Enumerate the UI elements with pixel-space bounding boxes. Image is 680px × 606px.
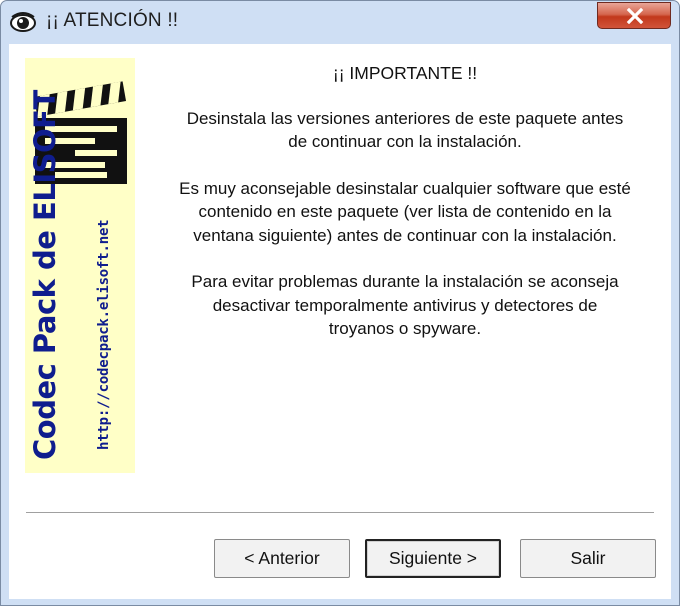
close-button[interactable] (597, 2, 671, 29)
next-button[interactable]: Siguiente > (365, 539, 501, 578)
exit-button[interactable]: Salir (520, 539, 656, 578)
message-line: troyanos o spyware. (328, 319, 482, 338)
dialog-body: Codec Pack de ELISOFT http://codecpack.e… (9, 44, 671, 599)
previous-button[interactable]: < Anterior (214, 539, 350, 578)
banner-url: http://codecpack.elisoft.net (96, 219, 112, 450)
window-title: ¡¡ ATENCIÓN !! (46, 10, 179, 31)
dialog-window: ¡¡ ATENCIÓN !! Codec Pack de ELISOFT htt… (0, 0, 680, 606)
banner-title: Codec Pack de ELISOFT (28, 90, 62, 460)
message-line: ventana siguiente) antes de continuar co… (193, 225, 617, 245)
divider (26, 512, 654, 514)
message-line: Desinstala las versiones anteriores de e… (186, 108, 624, 128)
eye-icon (10, 12, 36, 32)
message-line: Para evitar problemas durante la instala… (191, 272, 619, 291)
message-line: Es muy aconsejable desinstalar cualquier… (179, 178, 631, 198)
message-line: de continuar con la instalación. (288, 132, 522, 151)
message-line: contenido en este paquete (ver lista de … (198, 202, 612, 221)
message-heading: ¡¡ IMPORTANTE !! (332, 63, 478, 83)
message-paragraph-2: Es muy aconsejable desinstalar cualquier… (145, 177, 665, 248)
message-paragraph-3: Para evitar problemas durante la instala… (145, 270, 665, 341)
side-banner: Codec Pack de ELISOFT http://codecpack.e… (25, 58, 135, 473)
message-line: desactivar temporalmente antivirus y det… (212, 295, 598, 315)
message-paragraph-1: Desinstala las versiones anteriores de e… (145, 107, 665, 154)
close-icon (626, 8, 644, 24)
title-bar[interactable]: ¡¡ ATENCIÓN !! (1, 1, 679, 44)
message-area: ¡¡ IMPORTANTE !! Desinstala las versione… (145, 62, 665, 364)
